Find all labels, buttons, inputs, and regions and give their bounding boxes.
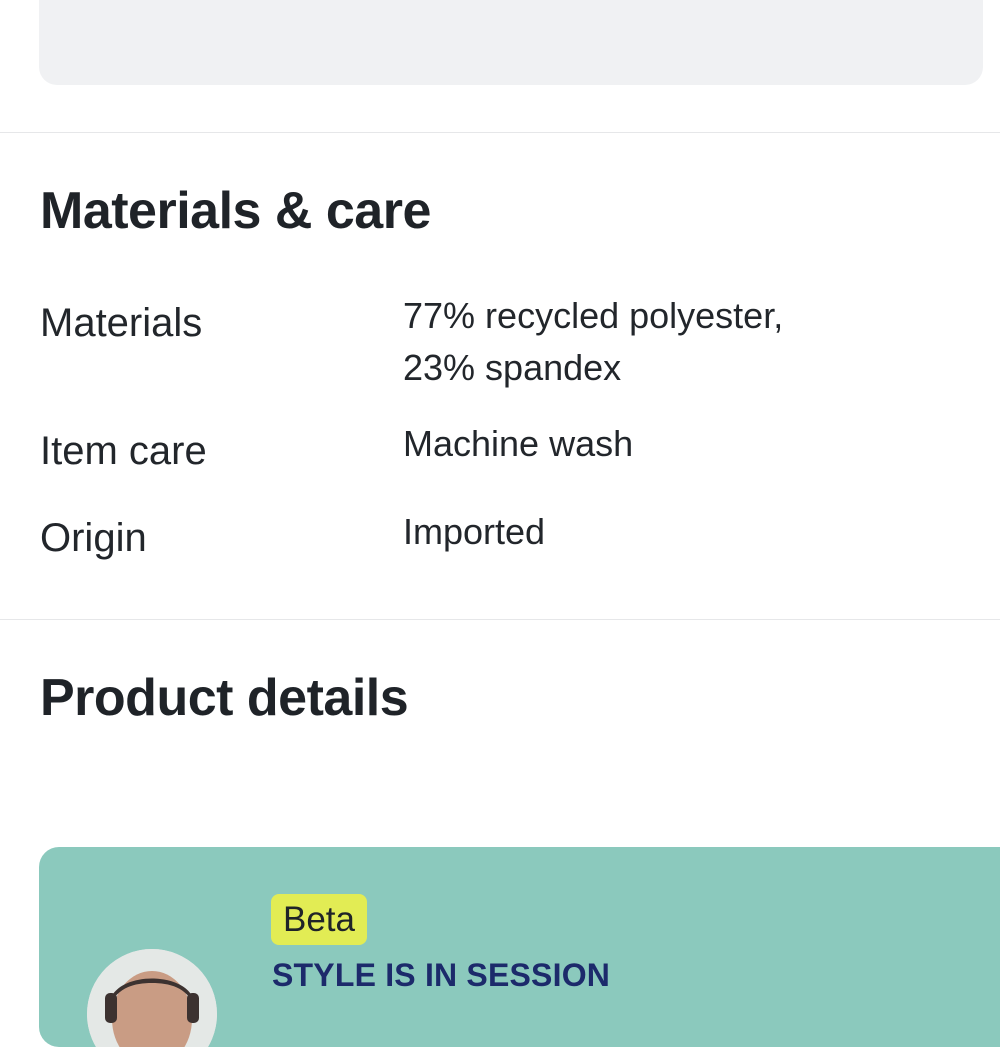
- section-divider: [0, 619, 1000, 620]
- image-placeholder-card: [39, 0, 983, 85]
- stylist-avatar-icon: [87, 949, 217, 1047]
- spec-label-item-care: Item care: [40, 429, 207, 473]
- style-session-promo-card[interactable]: Beta STYLE IS IN SESSION: [39, 847, 1000, 1047]
- spec-value-materials: 77% recycled polyester, 23% spandex: [403, 290, 783, 394]
- spec-value-materials-line1: 77% recycled polyester,: [403, 295, 784, 336]
- spec-label-materials: Materials: [40, 301, 203, 345]
- spec-value-item-care: Machine wash: [403, 423, 634, 464]
- product-details-heading[interactable]: Product details: [40, 672, 409, 724]
- promo-heading: STYLE IS IN SESSION: [272, 957, 611, 993]
- stylist-avatar: [87, 949, 217, 1047]
- materials-care-heading: Materials & care: [40, 182, 431, 240]
- section-divider: [0, 132, 1000, 133]
- beta-badge: Beta: [271, 894, 367, 945]
- spec-value-origin: Imported: [403, 511, 546, 552]
- spec-label-origin: Origin: [40, 516, 147, 560]
- spec-value-materials-line2: 23% spandex: [403, 347, 622, 388]
